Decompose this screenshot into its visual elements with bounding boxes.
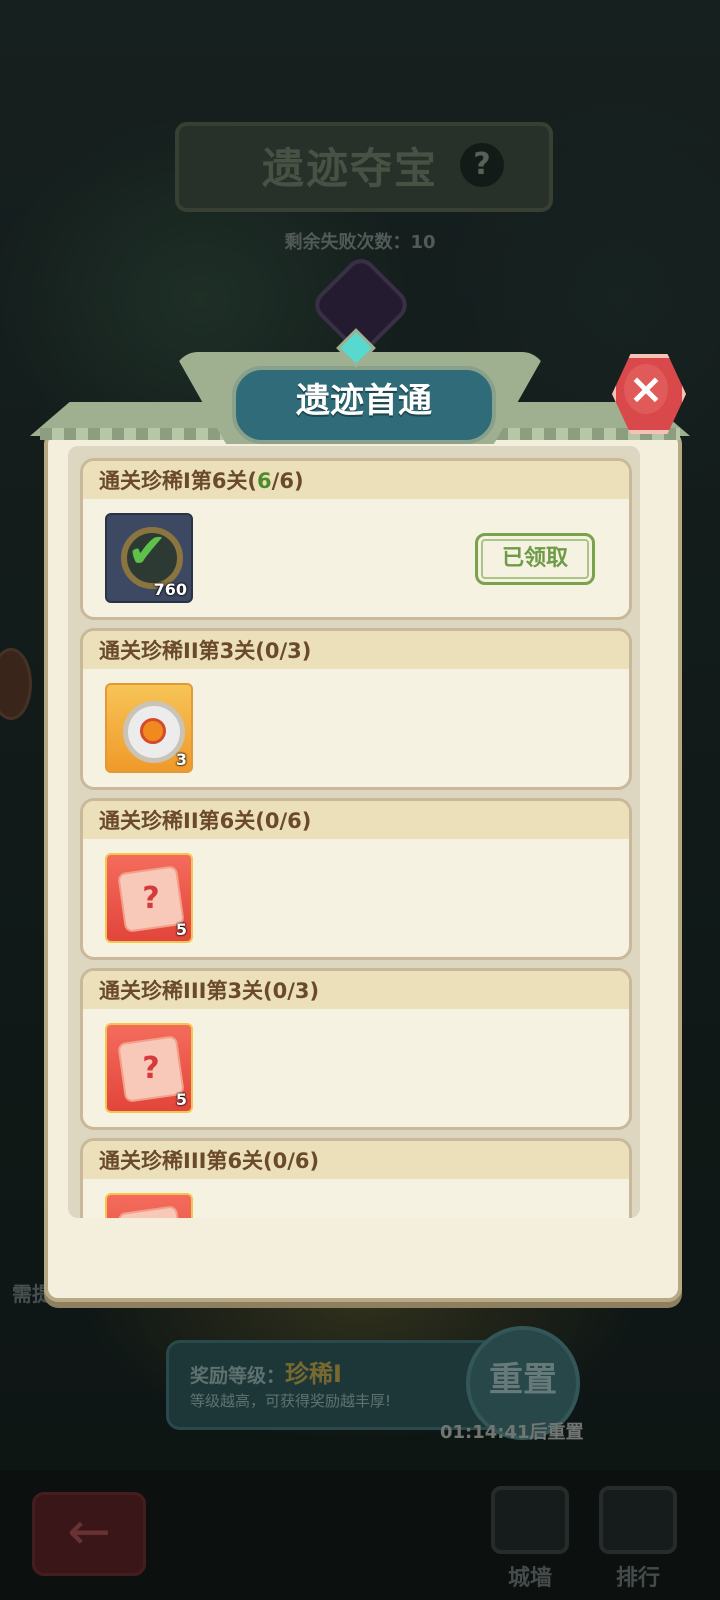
reward-row-title: 通关珍稀III第3关(0/3) bbox=[83, 971, 629, 1009]
item-count: 5 bbox=[175, 920, 187, 939]
reward-item[interactable]: ? 5 bbox=[105, 853, 193, 943]
scroll-icon bbox=[117, 1205, 185, 1218]
reward-row-title: 通关珍稀II第3关(0/3) bbox=[83, 631, 629, 669]
reward-item[interactable] bbox=[105, 1193, 193, 1218]
reward-row-title: 通关珍稀III第6关(0/6) bbox=[83, 1141, 629, 1179]
close-icon[interactable]: × bbox=[624, 364, 668, 414]
reward-item[interactable]: 3 bbox=[105, 683, 193, 773]
reward-item[interactable]: ? 5 bbox=[105, 1023, 193, 1113]
claimed-button[interactable]: 已领取 bbox=[475, 533, 595, 585]
mystery-gear-scroll-icon: ? bbox=[117, 1035, 185, 1103]
reward-item[interactable]: ✔ 760 bbox=[105, 513, 193, 603]
progress-done: 6 bbox=[257, 469, 272, 493]
item-count: 3 bbox=[175, 750, 187, 769]
reward-row-title: 通关珍稀I第6关(6/6) bbox=[83, 461, 629, 499]
reward-row: 通关珍稀II第6关(0/6) ? 5 bbox=[80, 798, 632, 960]
reward-row: 通关珍稀II第3关(0/3) 3 bbox=[80, 628, 632, 790]
reward-row: 通关珍稀I第6关(6/6) ✔ 760 已领取 bbox=[80, 458, 632, 620]
item-count: 760 bbox=[153, 580, 187, 599]
item-count: 5 bbox=[175, 1090, 187, 1109]
reward-row-title: 通关珍稀II第6关(0/6) bbox=[83, 801, 629, 839]
mystery-gear-scroll-icon: ? bbox=[117, 865, 185, 933]
reward-row: 通关珍稀III第3关(0/3) ? 5 bbox=[80, 968, 632, 1130]
modal-title: 遗迹首通 bbox=[296, 381, 432, 421]
check-badge-icon: ✔ bbox=[127, 523, 168, 579]
reward-list[interactable]: 通关珍稀I第6关(6/6) ✔ 760 已领取 通关珍稀II第3关(0/3) 3… bbox=[68, 446, 640, 1218]
reward-row: 通关珍稀III第6关(0/6) bbox=[80, 1138, 632, 1218]
